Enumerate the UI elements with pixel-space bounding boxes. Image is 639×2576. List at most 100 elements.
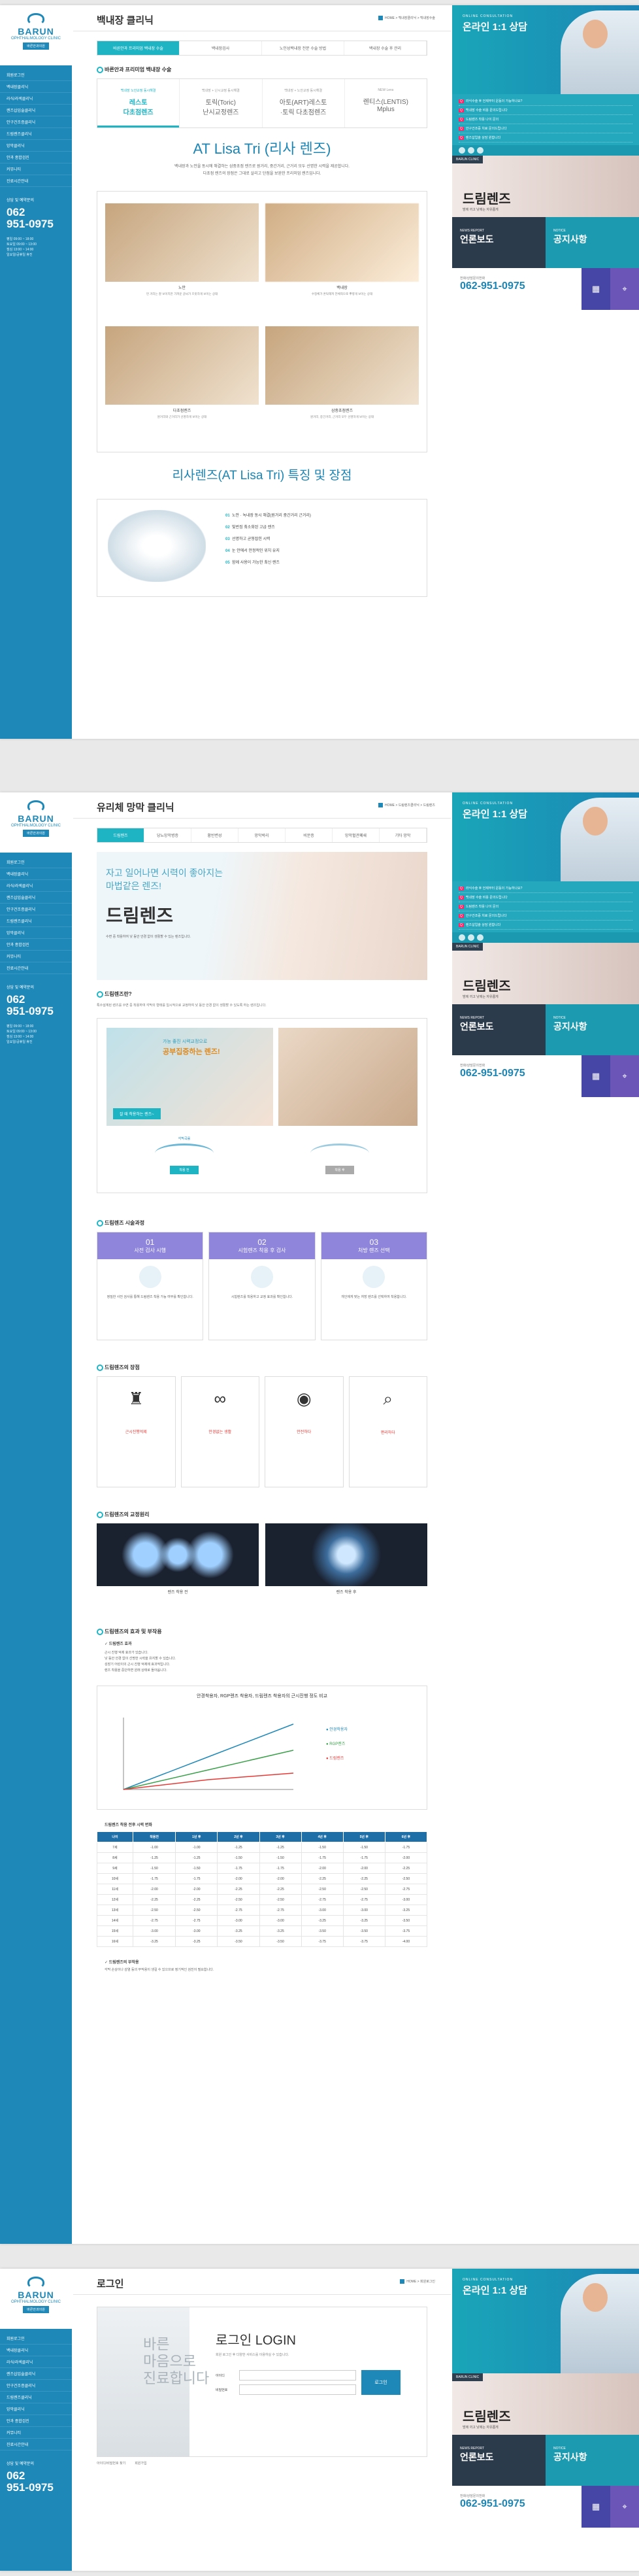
nav-item[interactable]: 안구건조증클리닉 [0, 2380, 72, 2392]
tab[interactable]: 바른안과 프리미엄 백내장 수술 [97, 41, 180, 55]
logo[interactable]: BARUN OPHTHALMOLOGY CLINIC 바른안과의원 [0, 5, 72, 65]
nav-item[interactable]: 안과 종합검진 [0, 939, 72, 951]
table-cell: 14세 [97, 1915, 133, 1926]
tab[interactable]: 백내장검사 [180, 41, 262, 55]
password-input[interactable] [239, 2384, 356, 2395]
notice-link[interactable]: NOTICE 공지사항 [546, 1004, 639, 1055]
lens-tab[interactable]: NEW Lens 렌티스(LENTIS) Mplus [344, 79, 427, 127]
consult-banner[interactable]: ONLINE CONSULTATION 온라인 1:1 상담 [452, 2269, 639, 2373]
join-link[interactable]: 회원가입 [135, 2461, 146, 2466]
nav-item[interactable]: 안과 종합검진 [0, 152, 72, 163]
nav-item[interactable]: 렌즈삽입술클리닉 [0, 2368, 72, 2380]
table-header: 4년 후 [301, 1831, 344, 1842]
nav-item[interactable]: 회원로그인 [0, 2333, 72, 2345]
nav-item[interactable]: 커뮤니티 [0, 951, 72, 962]
nav-item[interactable]: 진료시간안내 [0, 175, 72, 187]
tab[interactable]: 비문증 [286, 828, 333, 842]
qna-item[interactable]: 백내장 수술 비용 문의드립니다 [459, 106, 632, 115]
lens-tab[interactable]: 백내장 + 노안교정 동시해결 아토(ART)레스토 ·토릭 다초점렌즈 [261, 79, 344, 127]
qna-item[interactable]: 라식수술 후 언제부터 운동이 가능하나요? [459, 884, 632, 893]
hospital-icon[interactable]: ▦ [582, 2486, 610, 2528]
news-link[interactable]: NEWS REPORT 언론보도 [452, 217, 546, 268]
nav-item[interactable]: 라식/라섹클리닉 [0, 2356, 72, 2368]
nav-item[interactable]: 진료시간안내 [0, 2439, 72, 2450]
social-icon[interactable] [468, 147, 474, 154]
nav-item[interactable]: 회원로그인 [0, 856, 72, 868]
logo[interactable]: BARUN OPHTHALMOLOGY CLINIC 바른안과의원 [0, 792, 72, 853]
qna-item[interactable]: 렌즈삽입술 상담 원합니다 [459, 921, 632, 930]
trophy-icon: ♜ [128, 1389, 144, 1408]
tab[interactable]: 기타 망막 [380, 828, 427, 842]
nav-item[interactable]: 안과 종합검진 [0, 2415, 72, 2427]
location-icon[interactable]: ⌖ [610, 2486, 639, 2528]
nav-item[interactable]: 안구건조증클리닉 [0, 116, 72, 128]
notice-link[interactable]: NOTICE 공지사항 [546, 217, 639, 268]
breadcrumb[interactable]: HOME > 백내장클리닉 > 백내장수술 [378, 16, 435, 21]
nav-item[interactable]: 렌즈삽입술클리닉 [0, 892, 72, 904]
lens-tab[interactable]: 백내장 + 난시교정 동시해결 토릭(Toric) 난시교정렌즈 [179, 79, 261, 127]
nav-item[interactable]: 진료시간안내 [0, 962, 72, 974]
feature-heading: 리사렌즈(AT Lisa Tri) 특징 및 장점 [172, 469, 352, 483]
social-icon[interactable] [468, 934, 474, 941]
dreamlens-banner[interactable]: BARUN CLINIC 드림렌즈 밤에 끼고 낮에는 자유롭게 [452, 2373, 639, 2435]
nav-item[interactable]: 백내장클리닉 [0, 2345, 72, 2356]
nav-item[interactable]: 안구건조증클리닉 [0, 904, 72, 915]
tab[interactable]: 황반변성 [191, 828, 238, 842]
hospital-icon[interactable]: ▦ [582, 1055, 610, 1097]
nav-item[interactable]: 커뮤니티 [0, 2427, 72, 2439]
table-cell: -1.25 [132, 1852, 176, 1863]
tab[interactable]: 망막혈관폐쇄 [333, 828, 380, 842]
logo[interactable]: BARUN OPHTHALMOLOGY CLINIC 바른안과의원 [0, 2269, 72, 2329]
tab[interactable]: 노인성백내장 전문 수술 방법 [262, 41, 344, 55]
nav-item[interactable]: 회원로그인 [0, 69, 72, 81]
login-button[interactable]: 로그인 [361, 2370, 401, 2395]
qna-item[interactable]: 안구건조증 치료 문의드립니다 [459, 124, 632, 133]
qna-item[interactable]: 백내장 수술 비용 문의드립니다 [459, 893, 632, 902]
social-icon[interactable] [459, 147, 465, 154]
breadcrumb[interactable]: HOME > 드림렌즈클리닉 > 드림렌즈 [378, 803, 435, 808]
qna-item[interactable]: 안구건조증 치료 문의드립니다 [459, 911, 632, 921]
dreamlens-banner[interactable]: BARUN CLINIC 드림렌즈 밤에 끼고 낮에는 자유롭게 [452, 943, 639, 1004]
breadcrumb[interactable]: HOME > 회원로그인 [400, 2279, 435, 2284]
tab[interactable]: 백내장 수술 후 관리 [344, 41, 427, 55]
phone-block: 상담 및 예약문의 062 951-0975 [7, 199, 54, 230]
tab[interactable]: 망막박리 [238, 828, 286, 842]
tab[interactable]: 당뇨망막병증 [144, 828, 191, 842]
nav-item[interactable]: 망막클리닉 [0, 927, 72, 939]
nav-item[interactable]: 백내장클리닉 [0, 868, 72, 880]
social-icon[interactable] [459, 934, 465, 941]
nav-item[interactable]: 드림렌즈클리닉 [0, 128, 72, 140]
table-header: 6년 후 [384, 1831, 428, 1842]
table-cell: -1.75 [301, 1852, 344, 1863]
nav-item[interactable]: 망막클리닉 [0, 140, 72, 152]
nav-item[interactable]: 망막클리닉 [0, 2403, 72, 2415]
nav-item[interactable]: 드림렌즈클리닉 [0, 2392, 72, 2403]
feature-list: 01 노안 · 녹내장 동시 해결(원거리 중간거리 근거리) 02 빛번짐 최… [225, 514, 311, 565]
table-cell: -2.50 [217, 1894, 260, 1905]
location-icon[interactable]: ⌖ [610, 268, 639, 310]
find-link[interactable]: 아이디/비밀번호 찾기 [97, 2461, 125, 2466]
nav-item[interactable]: 백내장클리닉 [0, 81, 72, 93]
qna-item[interactable]: 렌즈삽입술 상담 원합니다 [459, 133, 632, 143]
lens-tab[interactable]: 백내장 노안교정 동시해결 레스토 다초점렌즈 [97, 79, 180, 127]
social-icon[interactable] [477, 934, 483, 941]
qna-item[interactable]: 드림렌즈 착용 나이 문의 [459, 902, 632, 911]
nav-item[interactable]: 드림렌즈클리닉 [0, 915, 72, 927]
nav-item[interactable]: 렌즈삽입술클리닉 [0, 105, 72, 116]
notice-link[interactable]: NOTICE 공지사항 [546, 2435, 639, 2486]
nav-item[interactable]: 라식/라섹클리닉 [0, 93, 72, 105]
dreamlens-banner[interactable]: BARUN CLINIC 드림렌즈 밤에 끼고 낮에는 자유롭게 [452, 156, 639, 217]
table-row: 8세 -1.25 -1.25 -1.50 -1.50 -1.75 -1.75 -2.00 [97, 1852, 428, 1863]
tab[interactable]: 드림렌즈 [97, 828, 144, 842]
nav-item[interactable]: 라식/라섹클리닉 [0, 880, 72, 892]
id-input[interactable] [239, 2370, 356, 2381]
qna-item[interactable]: 라식수술 후 언제부터 운동이 가능하나요? [459, 97, 632, 106]
nav-item[interactable]: 커뮤니티 [0, 163, 72, 175]
location-icon[interactable]: ⌖ [610, 1055, 639, 1097]
social-icon[interactable] [477, 147, 483, 154]
news-link[interactable]: NEWS REPORT 언론보도 [452, 2435, 546, 2486]
qna-item[interactable]: 드림렌즈 착용 나이 문의 [459, 115, 632, 124]
hospital-icon[interactable]: ▦ [582, 268, 610, 310]
right-sidebar: ONLINE CONSULTATION온라인 1:1 상담 라식수술 후 언제부… [452, 792, 639, 1097]
news-link[interactable]: NEWS REPORT 언론보도 [452, 1004, 546, 1055]
